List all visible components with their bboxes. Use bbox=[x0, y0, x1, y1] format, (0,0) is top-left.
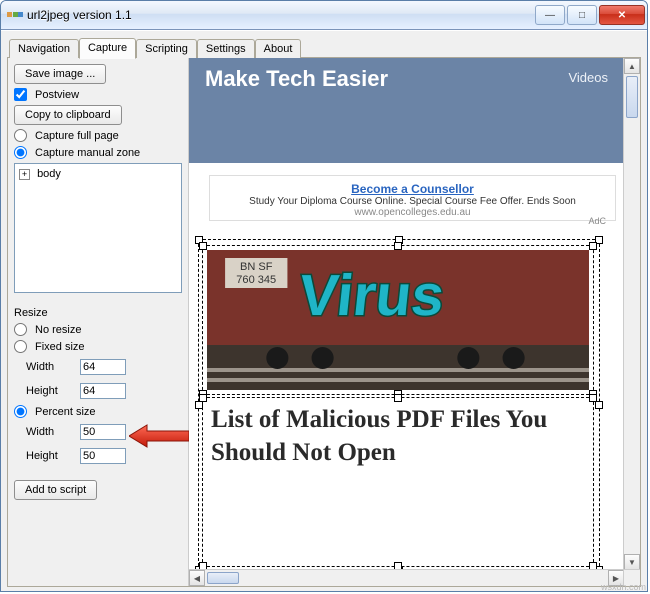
ad-box[interactable]: Become a Counsellor Study Your Diploma C… bbox=[209, 175, 616, 221]
percent-size-label: Percent size bbox=[35, 406, 96, 418]
ad-body: Study Your Diploma Course Online. Specia… bbox=[214, 196, 611, 207]
ad-url: www.opencolleges.edu.au bbox=[214, 207, 611, 218]
tab-about[interactable]: About bbox=[255, 39, 302, 58]
capture-zone-label: Capture manual zone bbox=[35, 147, 140, 159]
percent-width-label: Width bbox=[26, 426, 76, 438]
resize-label: Resize bbox=[14, 307, 182, 319]
selection-text-region[interactable]: List of Malicious PDF Files You Should N… bbox=[203, 398, 593, 566]
percent-width-input[interactable] bbox=[80, 424, 126, 440]
selection-image-region[interactable]: BN SF 760 345 Virus bbox=[203, 246, 593, 394]
preview-pane: Make Tech Easier Videos Become a Counsel… bbox=[188, 58, 640, 586]
svg-text:BN SF: BN SF bbox=[240, 261, 273, 273]
capture-zone-radio[interactable] bbox=[14, 146, 27, 159]
ad-headline[interactable]: Become a Counsellor bbox=[214, 182, 611, 196]
fixed-size-radio[interactable] bbox=[14, 340, 27, 353]
scroll-left-button[interactable]: ◀ bbox=[189, 570, 205, 586]
tab-capture[interactable]: Capture bbox=[79, 38, 136, 59]
webview[interactable]: Make Tech Easier Videos Become a Counsel… bbox=[189, 58, 624, 570]
vscroll-thumb[interactable] bbox=[626, 76, 638, 118]
svg-text:Virus: Virus bbox=[296, 263, 448, 328]
tab-scripting[interactable]: Scripting bbox=[136, 39, 197, 58]
ad-corner-label: AdC bbox=[588, 216, 606, 226]
selection-zone[interactable]: BN SF 760 345 Virus bbox=[199, 240, 599, 570]
minimize-button[interactable]: — bbox=[535, 5, 565, 25]
no-resize-radio[interactable] bbox=[14, 323, 27, 336]
handle-txt-n[interactable] bbox=[394, 394, 402, 402]
tree-expand-icon[interactable]: + bbox=[19, 169, 30, 180]
tab-bar: Navigation Capture Scripting Settings Ab… bbox=[7, 35, 641, 58]
svg-text:760 345: 760 345 bbox=[236, 274, 276, 286]
capture-full-radio[interactable] bbox=[14, 129, 27, 142]
dom-tree[interactable]: + body bbox=[14, 163, 182, 293]
handle-txt-nw[interactable] bbox=[199, 394, 207, 402]
fixed-size-label: Fixed size bbox=[35, 341, 85, 353]
scroll-down-button[interactable]: ▼ bbox=[624, 554, 640, 570]
window-title: url2jpeg version 1.1 bbox=[27, 8, 535, 22]
handle-txt-ne[interactable] bbox=[589, 394, 597, 402]
handle-img-nw[interactable] bbox=[199, 242, 207, 250]
fixed-height-input[interactable] bbox=[80, 383, 126, 399]
tab-settings[interactable]: Settings bbox=[197, 39, 255, 58]
handle-e[interactable] bbox=[595, 401, 603, 409]
article-image: BN SF 760 345 Virus bbox=[207, 250, 589, 390]
watermark: wsxdn.com bbox=[601, 582, 646, 592]
site-banner: Make Tech Easier Videos bbox=[189, 58, 624, 163]
save-image-button[interactable]: Save image ... bbox=[14, 64, 106, 84]
copy-clipboard-button[interactable]: Copy to clipboard bbox=[14, 105, 122, 125]
handle-img-ne[interactable] bbox=[589, 242, 597, 250]
titlebar[interactable]: url2jpeg version 1.1 — □ ✕ bbox=[1, 1, 647, 30]
fixed-height-label: Height bbox=[26, 385, 76, 397]
article-headline: List of Malicious PDF Files You Should N… bbox=[203, 398, 593, 475]
vertical-scrollbar[interactable]: ▲ ▼ bbox=[623, 58, 640, 570]
hscroll-thumb[interactable] bbox=[207, 572, 239, 584]
percent-height-label: Height bbox=[26, 450, 76, 462]
handle-img-n[interactable] bbox=[394, 242, 402, 250]
percent-height-input[interactable] bbox=[80, 448, 126, 464]
tab-navigation[interactable]: Navigation bbox=[9, 39, 79, 58]
postview-checkbox[interactable] bbox=[14, 88, 27, 101]
close-button[interactable]: ✕ bbox=[599, 5, 645, 25]
tree-root-node[interactable]: body bbox=[37, 168, 61, 180]
handle-w[interactable] bbox=[195, 401, 203, 409]
add-to-script-button[interactable]: Add to script bbox=[14, 480, 97, 500]
percent-size-radio[interactable] bbox=[14, 405, 27, 418]
nav-link-videos[interactable]: Videos bbox=[568, 70, 608, 85]
capture-full-label: Capture full page bbox=[35, 130, 119, 142]
no-resize-label: No resize bbox=[35, 324, 81, 336]
capture-panel: Save image ... Postview Copy to clipboar… bbox=[8, 58, 188, 586]
scroll-up-button[interactable]: ▲ bbox=[624, 58, 640, 74]
site-title: Make Tech Easier bbox=[205, 66, 388, 92]
fixed-width-input[interactable] bbox=[80, 359, 126, 375]
horizontal-scrollbar[interactable]: ◀ ▶ bbox=[189, 569, 624, 586]
fixed-width-label: Width bbox=[26, 361, 76, 373]
maximize-button[interactable]: □ bbox=[567, 5, 597, 25]
postview-label: Postview bbox=[35, 89, 79, 101]
app-window: url2jpeg version 1.1 — □ ✕ Navigation Ca… bbox=[0, 0, 648, 592]
app-icon bbox=[7, 7, 23, 23]
